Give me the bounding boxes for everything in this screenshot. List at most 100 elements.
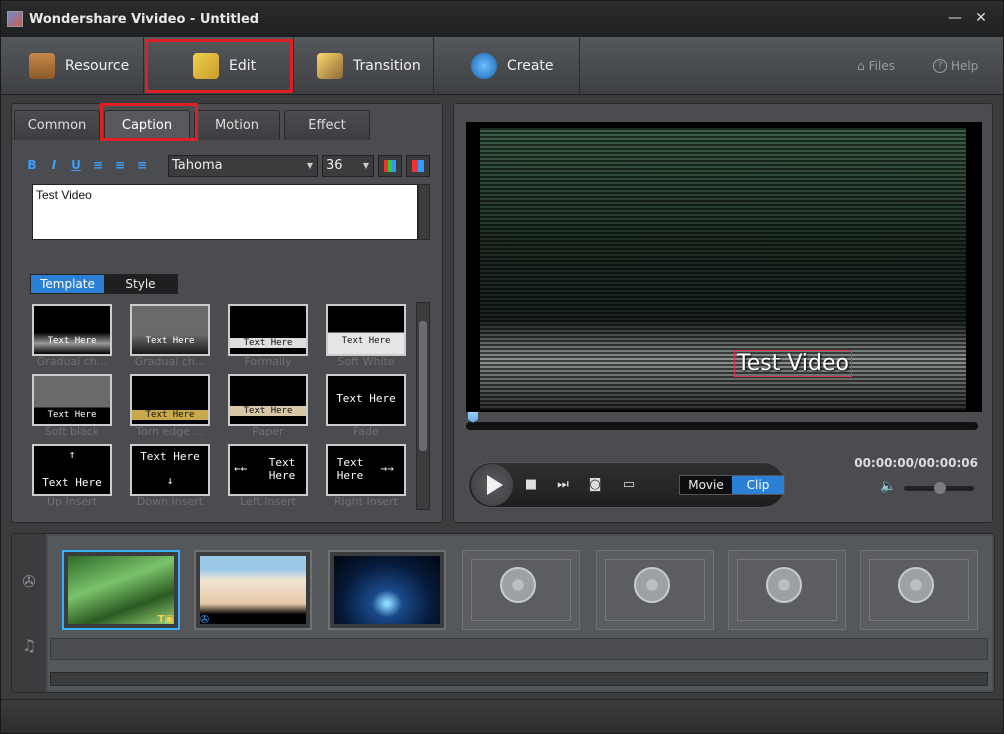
storyboard-scrollbar[interactable]	[50, 672, 988, 686]
template-toggle[interactable]: Template	[31, 275, 104, 293]
chevron-down-icon: ▼	[306, 161, 313, 170]
template-label: Down Insert	[136, 495, 204, 508]
template-thumbnail[interactable]: Text Here	[228, 374, 308, 426]
scrollbar-thumb[interactable]	[419, 321, 427, 451]
toolbar-divider	[293, 37, 294, 95]
template-thumbnail[interactable]: Text Here	[326, 304, 406, 356]
resource-bag-icon	[29, 53, 55, 79]
font-size-select[interactable]: 36 ▼	[322, 155, 374, 177]
template-label: Torn edge ...	[136, 425, 204, 438]
chevron-down-icon: ▼	[362, 161, 369, 170]
transition-label: Transition	[353, 58, 421, 74]
italic-button[interactable]: I	[44, 155, 64, 175]
film-reel-icon	[500, 567, 536, 603]
clip-thumbnail	[200, 556, 306, 624]
clip-thumbnail	[334, 556, 440, 624]
caption-text-value: Test Video	[36, 188, 92, 202]
edit-tabs: Common Caption Motion Effect	[12, 103, 442, 141]
app-logo-icon	[7, 11, 23, 27]
template-label: Soft White	[337, 355, 395, 368]
empty-clip-slot[interactable]	[728, 550, 846, 630]
template-thumbnail[interactable]: ↑ Text Here	[32, 444, 112, 496]
template-label: Gradual ch...	[36, 355, 108, 368]
template-thumbnail[interactable]: Text Here	[130, 304, 210, 356]
style-toggle[interactable]: Style	[104, 275, 177, 293]
help-button[interactable]: ? Help	[933, 59, 978, 73]
template-label: Gradual ch...	[134, 355, 206, 368]
create-button[interactable]: Create	[471, 37, 554, 95]
minimize-button[interactable]: —	[947, 10, 963, 26]
toolbar-divider	[433, 37, 434, 95]
template-thumbnail[interactable]: Text Here	[130, 374, 210, 426]
edit-panel: Common Caption Motion Effect B I U ≡ ≡ ≡…	[11, 103, 443, 523]
movie-clip-toggle: Movie Clip	[679, 475, 785, 495]
playback-progress-bar[interactable]	[466, 422, 978, 430]
template-thumbnail[interactable]: Text Here	[32, 374, 112, 426]
empty-clip-slot[interactable]	[462, 550, 580, 630]
template-label: Up Insert	[46, 495, 98, 508]
align-left-icon[interactable]: ≡	[88, 155, 108, 175]
empty-clip-slot[interactable]	[596, 550, 714, 630]
template-label: Paper	[252, 425, 284, 438]
template-thumbnail[interactable]: Text Here →→	[326, 444, 406, 496]
files-button[interactable]: ⌂ Files	[857, 59, 895, 73]
color-palette-icon	[412, 160, 424, 172]
tab-common[interactable]: Common	[14, 110, 100, 140]
help-label: Help	[951, 59, 979, 73]
clip-beach[interactable]: ✇	[194, 550, 312, 630]
audio-track[interactable]	[50, 638, 988, 660]
font-select[interactable]: Tahoma ▼	[168, 155, 318, 177]
background-color-button[interactable]	[406, 155, 430, 177]
caption-overlay[interactable]: Test Video	[734, 350, 852, 377]
next-frame-icon[interactable]: ⏭	[555, 477, 571, 493]
clip-ocean-night[interactable]	[328, 550, 446, 630]
template-thumbnail[interactable]: Text Here ↓	[130, 444, 210, 496]
template-scrollbar[interactable]	[416, 302, 430, 510]
stop-icon[interactable]: ■	[523, 477, 539, 493]
volume-knob[interactable]	[934, 482, 946, 494]
template-label: Fade	[353, 425, 379, 438]
storyboard-sidebar: ✇ ♫	[12, 534, 46, 692]
fullscreen-icon[interactable]: ▭	[621, 477, 637, 493]
help-icon: ?	[933, 59, 947, 73]
transition-button[interactable]: Transition	[317, 37, 421, 95]
caption-highlight-box	[100, 103, 198, 141]
text-color-button[interactable]	[378, 155, 402, 177]
clip-grass[interactable]: T▣	[62, 550, 180, 630]
create-label: Create	[507, 58, 554, 74]
tab-motion[interactable]: Motion	[194, 110, 280, 140]
empty-clip-slot[interactable]	[860, 550, 978, 630]
template-thumbnail[interactable]: Text Here	[326, 374, 406, 426]
music-note-icon[interactable]: ♫	[19, 636, 39, 656]
bold-button[interactable]: B	[22, 155, 42, 175]
movie-toggle[interactable]: Movie	[680, 476, 732, 494]
playback-controls: ■ ⏭ ◙ ▭ Movie Clip	[468, 462, 786, 508]
toolbar-divider	[143, 37, 144, 95]
tab-effect[interactable]: Effect	[284, 110, 370, 140]
align-center-icon[interactable]: ≡	[110, 155, 130, 175]
close-button[interactable]: ✕	[973, 10, 989, 26]
arrow-left-icon: ←←	[234, 462, 248, 475]
template-thumbnail[interactable]: ←← Text Here	[228, 444, 308, 496]
magic-wand-icon	[317, 53, 343, 79]
caption-text-input[interactable]: Test Video	[32, 184, 418, 240]
font-value: Tahoma	[172, 158, 223, 173]
clip-toggle[interactable]: Clip	[732, 476, 784, 494]
template-thumbnail[interactable]: Text Here	[32, 304, 112, 356]
edit-highlight-box	[145, 39, 293, 93]
title-bar: Wondershare Vivideo - Untitled — ✕	[1, 1, 1003, 37]
window-title: Wondershare Vivideo - Untitled	[29, 11, 260, 27]
volume-control: 🔈	[880, 479, 982, 496]
resource-button[interactable]: Resource	[29, 37, 129, 95]
video-frame	[480, 128, 966, 410]
film-reel-icon: ✇	[200, 613, 210, 626]
caption-scrollbar[interactable]	[418, 184, 430, 240]
play-button[interactable]	[471, 464, 513, 506]
template-thumbnail[interactable]: Text Here	[228, 304, 308, 356]
underline-button[interactable]: U	[66, 155, 86, 175]
arrow-down-icon: ↓	[166, 474, 174, 487]
arrow-up-icon: ↑	[68, 448, 76, 461]
film-reel-icon[interactable]: ✇	[19, 572, 39, 592]
align-right-icon[interactable]: ≡	[132, 155, 152, 175]
camera-snapshot-icon[interactable]: ◙	[587, 477, 603, 493]
